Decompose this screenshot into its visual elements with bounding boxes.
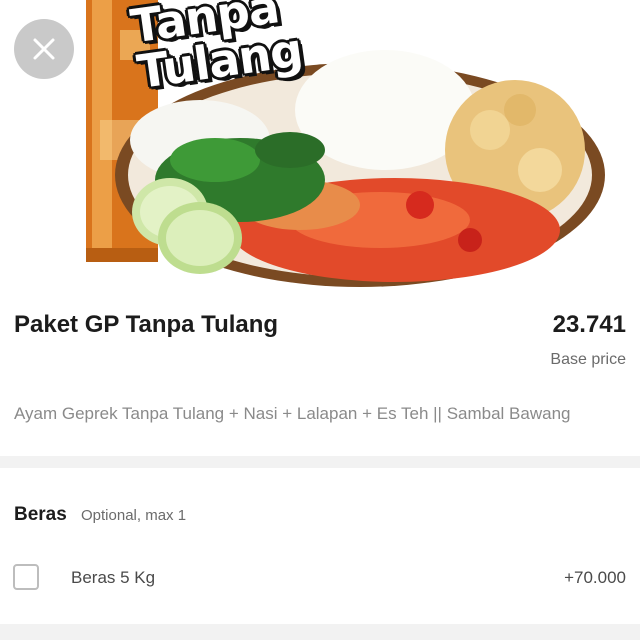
option-group-hint: Optional, max 1 xyxy=(81,507,187,524)
product-name: Paket GP Tanpa Tulang xyxy=(14,311,279,338)
option-label: Beras 5 Kg xyxy=(71,568,156,587)
option-price: +70.000 xyxy=(564,568,626,587)
option-group-title: Beras xyxy=(14,504,67,525)
close-button[interactable] xyxy=(14,19,74,79)
product-price: 23.741 xyxy=(552,311,626,338)
option-row-beras-5kg[interactable]: Beras 5 Kg +70.000 xyxy=(0,555,640,605)
product-image: Tanpa Tulang xyxy=(0,0,640,288)
section-divider xyxy=(0,456,640,468)
price-label: Base price xyxy=(550,351,626,368)
checkbox-icon[interactable] xyxy=(13,564,39,590)
product-description: Ayam Geprek Tanpa Tulang + Nasi + Lalapa… xyxy=(14,404,571,423)
section-divider-bottom xyxy=(0,624,640,640)
close-icon xyxy=(33,38,55,60)
